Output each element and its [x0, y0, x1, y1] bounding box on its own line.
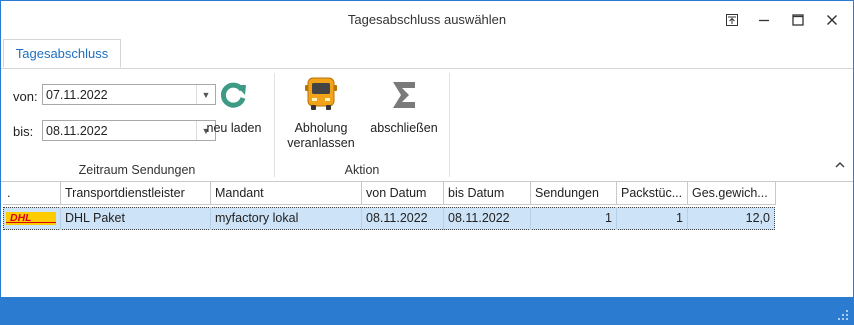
sigma-icon	[393, 82, 415, 108]
cell-weight[interactable]: 12,0	[688, 207, 774, 230]
data-grid: . Transportdienstleister Mandant von Dat…	[1, 182, 853, 297]
group-label-aktion: Aktion	[344, 163, 380, 177]
from-date-value: 07.11.2022	[46, 88, 108, 102]
status-bar	[1, 297, 853, 324]
column-header-client[interactable]: Mandant	[211, 182, 362, 205]
dhl-logo: DHL	[3, 207, 61, 230]
pin-icon[interactable]	[721, 9, 743, 31]
cell-shipments[interactable]: 1	[531, 207, 617, 230]
to-date-value: 08.11.2022	[46, 124, 108, 138]
cell-from-date[interactable]: 08.11.2022	[362, 207, 444, 230]
close-day-label: abschließen	[370, 121, 438, 135]
ribbon: von: 07.11.2022 ▼ bis: 08.11.2022 ▼ neu …	[1, 69, 853, 182]
group-separator	[274, 73, 275, 177]
maximize-icon[interactable]	[787, 9, 809, 31]
dialog-window: Tagesabschluss auswählen Tagesabschluss …	[0, 0, 854, 325]
column-header-packages[interactable]: Packstüc...	[617, 182, 688, 205]
reload-label: neu laden	[206, 121, 262, 135]
cell-to-date[interactable]: 08.11.2022	[444, 207, 531, 230]
column-header-to-date[interactable]: bis Datum	[444, 182, 531, 205]
column-header-carrier[interactable]: Transportdienstleister	[61, 182, 211, 205]
column-header-weight[interactable]: Ges.gewich...	[688, 182, 776, 205]
group-label-zeitraum: Zeitraum Sendungen	[78, 163, 196, 177]
pickup-label: Abholung veranlassen	[287, 121, 355, 150]
column-header-shipments[interactable]: Sendungen	[531, 182, 617, 205]
to-date-combo[interactable]: 08.11.2022 ▼	[42, 120, 216, 141]
column-header-from-date[interactable]: von Datum	[362, 182, 444, 205]
collapse-ribbon-icon[interactable]	[835, 160, 845, 172]
resize-grip-icon[interactable]	[837, 309, 849, 321]
tab-tagesabschluss[interactable]: Tagesabschluss	[3, 39, 121, 68]
cell-carrier[interactable]: DHL Paket	[61, 207, 211, 230]
reload-button[interactable]: neu laden	[201, 77, 267, 136]
cell-client[interactable]: myfactory lokal	[211, 207, 362, 230]
bus-icon	[305, 77, 337, 110]
close-icon[interactable]	[821, 9, 843, 31]
group-separator	[449, 73, 450, 177]
close-day-button[interactable]: abschließen	[365, 77, 443, 136]
tab-strip: Tagesabschluss	[1, 39, 853, 69]
title-bar: Tagesabschluss auswählen	[1, 1, 853, 39]
from-label: von:	[13, 89, 38, 104]
refresh-icon	[220, 82, 246, 108]
column-header-indicator[interactable]: .	[3, 182, 61, 205]
to-label: bis:	[13, 124, 34, 139]
cell-packages[interactable]: 1	[617, 207, 688, 230]
pickup-button[interactable]: Abholung veranlassen	[285, 75, 357, 151]
from-date-combo[interactable]: 07.11.2022 ▼	[42, 84, 216, 105]
minimize-icon[interactable]	[753, 9, 775, 31]
